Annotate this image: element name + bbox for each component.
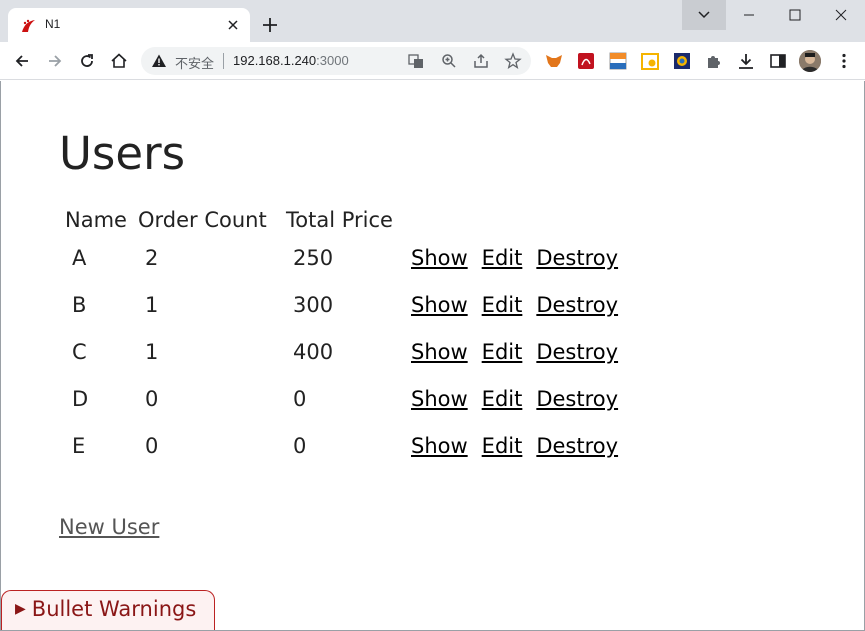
minimize-button[interactable]: [726, 0, 772, 30]
edit-link[interactable]: Edit: [482, 246, 523, 270]
order-count-cell: 0: [145, 433, 159, 458]
page-title: Users: [59, 127, 186, 180]
tab-search-button[interactable]: [682, 0, 726, 30]
order-count-cell: 0: [145, 386, 159, 411]
chevron-down-icon: [698, 11, 710, 19]
user-name-cell: D: [72, 386, 89, 411]
user-name-cell: B: [72, 292, 87, 317]
destroy-link[interactable]: Destroy: [536, 387, 618, 411]
column-header-order-count: Order Count: [138, 207, 267, 232]
total-price-cell: 300: [293, 292, 334, 317]
bookmark-star-icon[interactable]: [504, 52, 522, 70]
column-header-actions: [478, 206, 531, 233]
table-row: E 0 0 Show Edit Destroy: [64, 423, 626, 468]
browser-titlebar: N1: [0, 0, 865, 42]
url-host: 192.168.1.240: [233, 53, 317, 68]
forward-icon[interactable]: [45, 51, 65, 71]
address-separator: [223, 53, 224, 69]
table-row: B 1 300 Show Edit Destroy: [64, 282, 626, 327]
column-header-name: Name: [65, 207, 127, 232]
total-price-cell: 0: [293, 386, 307, 411]
show-link[interactable]: Show: [411, 340, 468, 364]
back-icon[interactable]: [12, 51, 32, 71]
calendar-extension-icon[interactable]: [640, 51, 660, 71]
page-content: Users Name Order Count Total Price A 2 2…: [0, 81, 865, 631]
tab-title: N1: [45, 17, 61, 31]
bullet-warnings-toggle[interactable]: ▶ Bullet Warnings: [1, 590, 215, 631]
more-menu-icon[interactable]: [834, 51, 854, 71]
table-row: D 0 0 Show Edit Destroy: [64, 376, 626, 421]
users-table: Name Order Count Total Price A 2 250 Sho…: [62, 204, 628, 470]
reload-icon[interactable]: [77, 51, 97, 71]
order-count-cell: 1: [145, 292, 159, 317]
extensions-puzzle-icon[interactable]: [704, 51, 724, 71]
destroy-link[interactable]: Destroy: [536, 434, 618, 458]
order-count-cell: 2: [145, 245, 159, 270]
column-header-actions: [532, 206, 626, 233]
total-price-cell: 400: [293, 339, 334, 364]
zoom-icon[interactable]: [440, 52, 458, 70]
browser-toolbar: 不安全 192.168.1.240:3000: [0, 42, 865, 80]
show-link[interactable]: Show: [411, 246, 468, 270]
close-icon: [835, 9, 847, 21]
destroy-link[interactable]: Destroy: [536, 246, 618, 270]
maximize-button[interactable]: [772, 0, 818, 30]
user-name-cell: C: [72, 339, 87, 364]
address-bar[interactable]: 不安全 192.168.1.240:3000: [141, 47, 531, 75]
total-price-cell: 0: [293, 433, 307, 458]
close-window-button[interactable]: [818, 0, 864, 30]
table-row: C 1 400 Show Edit Destroy: [64, 329, 626, 374]
side-panel-icon[interactable]: [768, 51, 788, 71]
column-header-actions: [407, 206, 476, 233]
bullet-warnings-label: Bullet Warnings: [31, 597, 197, 621]
edit-link[interactable]: Edit: [482, 293, 523, 317]
edit-link[interactable]: Edit: [482, 434, 523, 458]
triangle-right-icon: ▶: [15, 601, 26, 617]
security-label[interactable]: 不安全: [175, 53, 214, 72]
new-tab-icon[interactable]: [260, 15, 280, 35]
order-count-cell: 1: [145, 339, 159, 364]
shield-extension-icon[interactable]: [672, 51, 692, 71]
smart-extension-icon[interactable]: [608, 51, 628, 71]
table-row: A 2 250 Show Edit Destroy: [64, 235, 626, 280]
maximize-icon: [789, 9, 801, 21]
minimize-icon: [744, 14, 754, 16]
user-name-cell: E: [72, 433, 86, 458]
download-icon[interactable]: [736, 51, 756, 71]
new-user-link[interactable]: New User: [59, 515, 159, 539]
url-text[interactable]: 192.168.1.240:3000: [233, 53, 349, 68]
user-name-cell: A: [72, 245, 87, 270]
profile-photo-icon: [799, 50, 821, 72]
rails-favicon-icon: [22, 19, 35, 32]
close-tab-icon[interactable]: [224, 16, 242, 34]
edit-link[interactable]: Edit: [482, 387, 523, 411]
home-icon[interactable]: [109, 51, 129, 71]
share-icon[interactable]: [472, 52, 490, 70]
window-border-left: [0, 81, 1, 631]
edit-link[interactable]: Edit: [482, 340, 523, 364]
translate-icon[interactable]: [407, 52, 425, 70]
show-link[interactable]: Show: [411, 387, 468, 411]
profile-avatar[interactable]: [799, 50, 821, 72]
total-price-cell: 250: [293, 245, 334, 270]
show-link[interactable]: Show: [411, 434, 468, 458]
warning-icon[interactable]: [151, 53, 167, 69]
show-link[interactable]: Show: [411, 293, 468, 317]
browser-tab[interactable]: N1: [8, 8, 250, 42]
metamask-extension-icon[interactable]: [544, 51, 564, 71]
url-port: :3000: [316, 53, 349, 68]
destroy-link[interactable]: Destroy: [536, 340, 618, 364]
table-header-row: Name Order Count Total Price: [64, 206, 626, 233]
column-header-total-price: Total Price: [286, 207, 393, 232]
destroy-link[interactable]: Destroy: [536, 293, 618, 317]
pdf-extension-icon[interactable]: [576, 51, 596, 71]
